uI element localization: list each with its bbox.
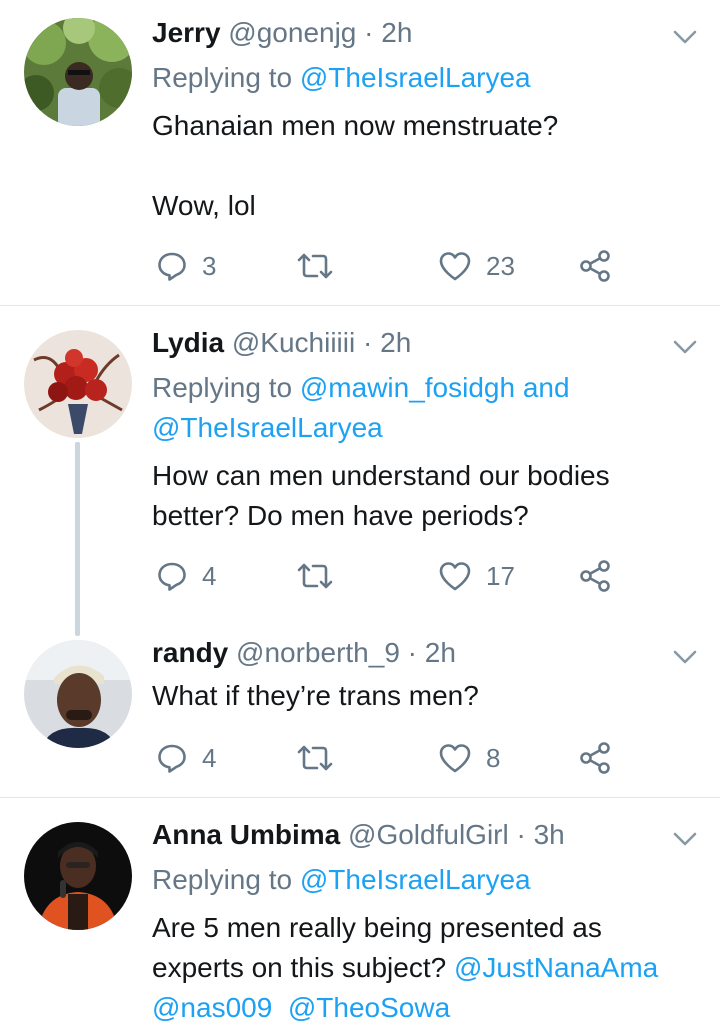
tweet-body: Are 5 men really being presented as expe… [152, 908, 658, 1028]
avatar-lydia[interactable] [24, 330, 132, 438]
replying-to-label: Replying to [152, 62, 300, 93]
separator-dot: · [407, 637, 417, 668]
replying-to-label: Replying to [152, 372, 300, 403]
reply-button[interactable]: 4 [156, 556, 216, 596]
tweet-actions: 4 8 [152, 738, 622, 778]
reply-count: 4 [202, 742, 217, 773]
retweet-icon [297, 745, 333, 771]
tweet-header: randy @norberth_9 · 2h [152, 636, 456, 670]
like-button[interactable]: 23 [438, 246, 515, 286]
tweet-body: What if they’re trans men? [152, 676, 479, 716]
replying-to: Replying to @mawin_fosidgh and @TheIsrae… [152, 368, 570, 448]
share-button[interactable] [578, 738, 612, 778]
tweet-text-line: What if they’re trans men? [152, 680, 479, 711]
display-name[interactable]: randy [152, 637, 228, 668]
mention-link[interactable]: @JustNanaAma [454, 952, 658, 983]
tweet-body: Ghanaian men now menstruate? Wow, lol [152, 106, 558, 226]
avatar-jerry[interactable] [24, 18, 132, 126]
share-icon [580, 742, 610, 774]
tweet-text-line: experts on this subject? @JustNanaAma [152, 948, 658, 988]
mention-link[interactable]: @TheoSowa [288, 992, 450, 1023]
tweet-jerry[interactable]: Jerry @gonenjg · 2h Replying to @TheIsra… [0, 0, 720, 305]
retweet-button[interactable] [296, 556, 348, 596]
replying-to-label: Replying to [152, 864, 300, 895]
mention-link[interactable]: @TheIsraelLaryea [300, 62, 531, 93]
share-button[interactable] [578, 556, 612, 596]
like-icon [439, 562, 471, 591]
retweet-button[interactable] [296, 246, 348, 286]
timestamp[interactable]: 2h [425, 637, 456, 668]
tweet-text-line: Are 5 men really being presented as [152, 912, 602, 943]
like-icon [439, 252, 471, 281]
separator-dot: · [516, 819, 526, 850]
display-name[interactable]: Anna Umbima [152, 819, 340, 850]
user-handle[interactable]: @gonenjg [228, 17, 356, 48]
share-icon [580, 250, 610, 282]
user-handle[interactable]: @GoldfulGirl [348, 819, 509, 850]
like-button[interactable]: 17 [438, 556, 515, 596]
avatar-randy[interactable] [24, 640, 132, 748]
like-count: 8 [486, 742, 501, 773]
replying-to: Replying to @TheIsraelLaryea [152, 58, 531, 98]
reply-count: 3 [202, 250, 217, 281]
chevron-down-icon[interactable] [672, 338, 698, 356]
chevron-down-icon[interactable] [672, 830, 698, 848]
tweet-header: Anna Umbima @GoldfulGirl · 3h [152, 818, 565, 852]
like-count: 17 [486, 560, 515, 591]
tweet-actions: 3 23 [152, 246, 622, 286]
retweet-icon [297, 253, 333, 279]
tweet-text-line: better? Do men have periods? [152, 500, 529, 531]
mention-link[interactable]: @nas009 [152, 992, 272, 1023]
chevron-down-icon[interactable] [672, 648, 698, 666]
tweet-text-line: Ghanaian men now menstruate? [152, 110, 559, 141]
tweet-header: Lydia @Kuchiiiii · 2h [152, 326, 411, 360]
replying-to: Replying to @TheIsraelLaryea [152, 860, 531, 900]
tweet-text-segment: experts on this subject? [152, 952, 454, 983]
user-handle[interactable]: @Kuchiiiii [232, 327, 355, 358]
reply-icon [158, 744, 186, 773]
reply-button[interactable]: 4 [156, 738, 216, 778]
like-count: 23 [486, 250, 515, 281]
tweet-randy[interactable]: randy @norberth_9 · 2h What if they’re t… [0, 616, 720, 796]
like-button[interactable]: 8 [438, 738, 500, 778]
share-button[interactable] [578, 246, 612, 286]
display-name[interactable]: Jerry [152, 17, 221, 48]
tweet-text-blank-line [152, 146, 558, 186]
mention-link[interactable]: @TheIsraelLaryea [300, 864, 531, 895]
reply-button[interactable]: 3 [156, 246, 216, 286]
mention-link[interactable]: @mawin_fosidgh and [300, 372, 570, 403]
chevron-down-icon[interactable] [672, 28, 698, 46]
user-handle[interactable]: @norberth_9 [236, 637, 400, 668]
avatar-anna-umbima[interactable] [24, 822, 132, 930]
reply-icon [158, 252, 186, 281]
timestamp[interactable]: 2h [380, 327, 411, 358]
retweet-button[interactable] [296, 738, 348, 778]
share-icon [580, 560, 610, 592]
reply-icon [158, 562, 186, 591]
tweet-actions: 4 17 [152, 556, 622, 596]
tweet-body: How can men understand our bodies better… [152, 456, 610, 536]
timestamp[interactable]: 2h [381, 17, 412, 48]
tweet-lydia[interactable]: Lydia @Kuchiiiii · 2h Replying to @mawin… [0, 306, 720, 636]
tweet-text-line: @nas009 @TheoSowa [152, 988, 658, 1028]
tweet-text-line: Wow, lol [152, 190, 256, 221]
tweet-text-line: How can men understand our bodies [152, 460, 610, 491]
thread-connector-line [75, 442, 80, 636]
mention-link[interactable]: @TheIsraelLaryea [152, 412, 383, 443]
retweet-icon [297, 563, 333, 589]
tweet-anna-umbima[interactable]: Anna Umbima @GoldfulGirl · 3h Replying t… [0, 798, 720, 1025]
reply-count: 4 [202, 560, 217, 591]
like-icon [439, 744, 471, 773]
display-name[interactable]: Lydia [152, 327, 224, 358]
separator-dot: · [364, 17, 374, 48]
tweet-header: Jerry @gonenjg · 2h [152, 16, 412, 50]
timestamp[interactable]: 3h [534, 819, 565, 850]
separator-dot: · [363, 327, 373, 358]
